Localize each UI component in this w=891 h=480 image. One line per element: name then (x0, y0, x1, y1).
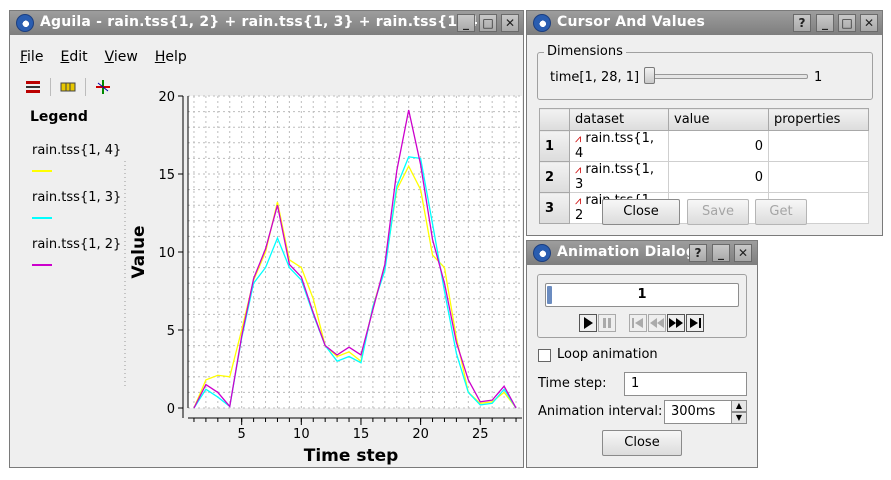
column-header-dataset[interactable]: dataset (569, 108, 669, 131)
chart-icon: ⩘ (575, 132, 582, 145)
timestep-input[interactable]: 1 (624, 372, 747, 396)
y-tick-label: 15 (158, 168, 175, 183)
help-button[interactable]: ? (793, 14, 811, 32)
play-icon (584, 317, 593, 329)
x-tick-label: 25 (472, 427, 489, 442)
rewind-icon (650, 318, 664, 328)
interval-spinbox[interactable]: 300ms (664, 400, 732, 424)
first-frame-button[interactable] (629, 314, 647, 332)
help-button[interactable]: ? (689, 244, 707, 262)
skip-first-icon (632, 318, 643, 328)
timestep-label: Time step: (538, 376, 607, 391)
column-header-value[interactable]: value (668, 108, 769, 131)
spin-up-button[interactable]: ▲ (731, 400, 747, 412)
corner-header (539, 108, 570, 131)
fast-forward-icon (669, 318, 683, 328)
cursor-values-window: Cursor And Values ? _ □ ✕ Dimensions tim… (526, 10, 883, 236)
dataset-name: rain.tss{1, 3 (575, 162, 654, 192)
rewind-button[interactable] (648, 314, 666, 332)
close-window-button[interactable]: ✕ (734, 244, 752, 262)
progress-value: 1 (637, 287, 647, 302)
y-tick-label: 20 (158, 90, 175, 105)
dimensions-label: Dimensions (544, 44, 626, 59)
last-frame-button[interactable] (686, 314, 704, 332)
cursor-titlebar[interactable]: Cursor And Values ? _ □ ✕ (527, 11, 882, 35)
chart-icon: ⩘ (575, 163, 582, 176)
save-button[interactable]: Save (687, 199, 749, 225)
table-row[interactable]: 2 ⩘ rain.tss{1, 3 0 (539, 161, 869, 193)
line-chart[interactable]: 0 5 10 15 20 5 10 15 20 25 Time step Value (10, 11, 523, 467)
spin-down-button[interactable]: ▼ (731, 412, 747, 424)
x-tick-label: 5 (238, 427, 246, 442)
loop-checkbox[interactable] (538, 349, 551, 362)
slider-label: time[1, 28, 1] (550, 70, 640, 85)
animation-dialog: Animation Dialog ? _ ✕ 1 Loop animation … (526, 240, 758, 468)
slider-value: 1 (814, 70, 823, 85)
dataset-cell[interactable]: ⩘ rain.tss{1, 4 (569, 130, 669, 162)
table-row[interactable]: 1 ⩘ rain.tss{1, 4 0 (539, 130, 869, 162)
fast-forward-button[interactable] (667, 314, 685, 332)
column-header-properties[interactable]: properties (768, 108, 869, 131)
app-icon (533, 244, 551, 262)
x-tick-label: 15 (353, 427, 370, 442)
main-window: Aguila - rain.tss{1, 2} + rain.tss{1, 3}… (9, 10, 524, 468)
minimize-button[interactable]: _ (816, 14, 834, 32)
close-window-button[interactable]: ✕ (860, 14, 878, 32)
interval-label: Animation interval: (538, 404, 663, 419)
playback-group: 1 (537, 274, 747, 338)
value-cell[interactable]: 0 (668, 161, 769, 193)
properties-cell[interactable] (768, 161, 869, 193)
close-button[interactable]: Close (602, 430, 682, 456)
progress-bar: 1 (545, 283, 739, 307)
x-tick-label: 20 (412, 427, 429, 442)
time-slider-handle[interactable] (644, 67, 655, 84)
chart-icon: ⩘ (575, 194, 582, 207)
animation-window-title: Animation Dialog (557, 244, 697, 260)
row-number[interactable]: 1 (539, 130, 570, 162)
y-tick-label: 10 (158, 246, 175, 261)
y-tick-label: 0 (167, 402, 175, 417)
time-slider[interactable] (644, 74, 808, 79)
dataset-cell[interactable]: ⩘ rain.tss{1, 3 (569, 161, 669, 193)
play-button[interactable] (579, 314, 597, 332)
value-cell[interactable]: 0 (668, 130, 769, 162)
x-tick-label: 10 (293, 427, 310, 442)
dataset-name: rain.tss{1, 4 (575, 131, 654, 161)
table-header: dataset value properties (539, 108, 869, 131)
y-tick-label: 5 (167, 324, 175, 339)
pause-icon (603, 318, 611, 328)
dimensions-group: Dimensions time[1, 28, 1] 1 (537, 44, 873, 100)
pause-button[interactable] (598, 314, 616, 332)
row-number[interactable]: 2 (539, 161, 570, 193)
y-axis-label: Value (129, 225, 149, 278)
row-number[interactable]: 3 (539, 192, 570, 224)
close-button[interactable]: Close (602, 199, 680, 225)
animation-titlebar[interactable]: Animation Dialog ? _ ✕ (527, 241, 757, 265)
x-axis-label: Time step (304, 446, 399, 466)
skip-last-icon (690, 318, 701, 328)
properties-cell[interactable] (768, 130, 869, 162)
minimize-button[interactable]: _ (712, 244, 730, 262)
maximize-button[interactable]: □ (838, 14, 856, 32)
cursor-window-title: Cursor And Values (557, 14, 706, 30)
get-button[interactable]: Get (755, 199, 807, 225)
app-icon (533, 14, 551, 32)
loop-label: Loop animation (557, 347, 658, 362)
